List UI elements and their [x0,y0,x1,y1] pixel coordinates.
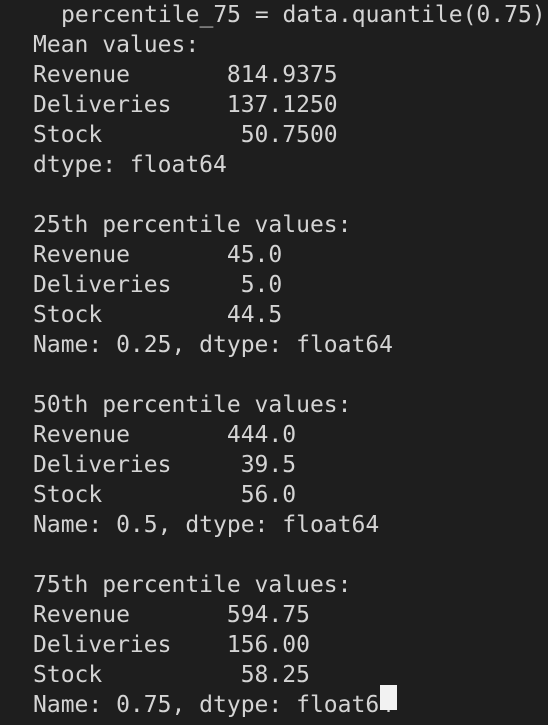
output-line: Stock 44.5 [33,302,283,328]
code-line: percentile_75 = data.quantile(0.75) [61,2,546,28]
output-line: Stock 56.0 [33,482,297,508]
output-line: Revenue 814.9375 [33,62,338,88]
output-line: Deliveries 137.1250 [33,92,338,118]
output-line: dtype: float64 [33,152,227,178]
output-line: Revenue 594.75 [33,602,310,628]
output-line: 25th percentile values: [33,212,352,238]
terminal-output: percentile_75 = data.quantile(0.75) Mean… [0,0,548,725]
output-line: Name: 0.25, dtype: float64 [33,332,394,358]
output-line: Deliveries 156.00 [33,632,310,658]
output-line: Revenue 45.0 [33,242,283,268]
output-line: Name: 0.75, dtype: float64 [33,692,394,718]
output-line: Deliveries 5.0 [33,272,283,298]
output-line: 50th percentile values: [33,392,352,418]
output-line: Name: 0.5, dtype: float64 [33,512,380,538]
output-line: Revenue 444.0 [33,422,297,448]
output-line: Stock 50.7500 [33,122,338,148]
output-line: Mean values: [33,32,200,58]
text-cursor[interactable] [380,685,397,710]
output-line: Deliveries 39.5 [33,452,297,478]
output-line: Stock 58.25 [33,662,310,688]
output-line: 75th percentile values: [33,572,352,598]
